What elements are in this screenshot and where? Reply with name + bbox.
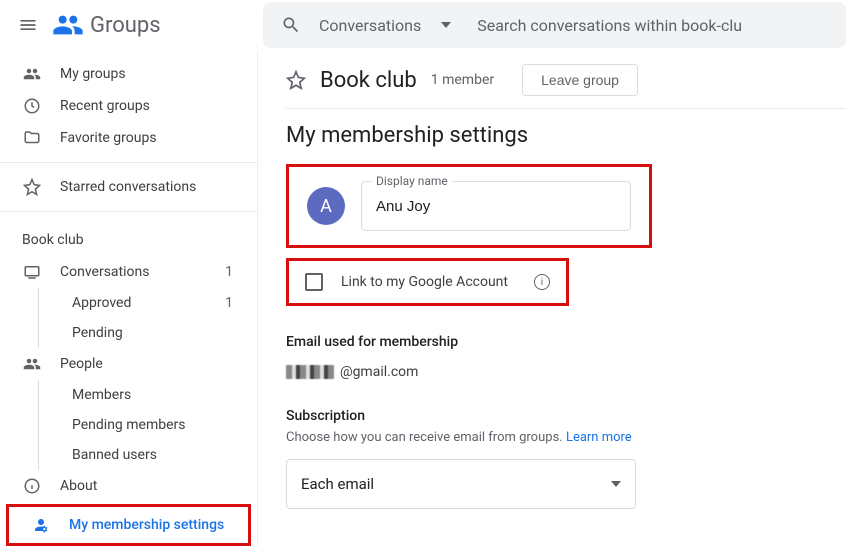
conversations-count: 1	[225, 264, 257, 280]
group-title: Book club	[320, 68, 417, 93]
approved-label: Approved	[72, 295, 131, 311]
people-icon	[22, 355, 42, 373]
sidebar-recent-groups-label: Recent groups	[60, 98, 150, 114]
people-outline-icon	[22, 65, 42, 83]
highlight-box-display-name: A Display name	[286, 164, 652, 248]
divider	[0, 162, 257, 163]
sidebar-conversations-label: Conversations	[60, 264, 149, 280]
email-suffix: @gmail.com	[340, 364, 418, 380]
email-section-label: Email used for membership	[286, 334, 846, 350]
dropdown-arrow-icon	[441, 20, 451, 30]
pending-members-label: Pending members	[72, 417, 186, 433]
approved-count: 1	[225, 295, 257, 311]
sidebar-item-about[interactable]: About	[0, 470, 257, 502]
sidebar-item-pending-members[interactable]: Pending members	[0, 410, 257, 440]
search-bar[interactable]: Conversations Search conversations withi…	[263, 2, 846, 48]
link-account-label: Link to my Google Account	[341, 274, 508, 290]
hamburger-icon	[18, 15, 38, 35]
display-name-input[interactable]	[362, 182, 630, 230]
sidebar-membership-settings-label: My membership settings	[69, 517, 224, 533]
sidebar: My groups Recent groups Favorite groups …	[0, 50, 258, 546]
search-scope-dropdown[interactable]: Conversations	[311, 16, 457, 35]
banned-users-label: Banned users	[72, 447, 157, 463]
info-icon[interactable]: i	[534, 274, 550, 290]
divider	[0, 211, 257, 212]
member-count[interactable]: 1 member	[431, 72, 494, 88]
sidebar-item-banned-users[interactable]: Banned users	[0, 440, 257, 470]
sidebar-group-heading: Book club	[0, 220, 257, 256]
clock-icon	[22, 97, 42, 115]
sidebar-favorite-groups-label: Favorite groups	[60, 130, 157, 146]
subscription-label: Subscription	[286, 408, 846, 424]
sidebar-item-favorite-groups[interactable]: Favorite groups	[0, 122, 257, 154]
sidebar-starred-label: Starred conversations	[60, 179, 196, 195]
star-outline-icon	[22, 178, 42, 196]
sidebar-item-pending[interactable]: Pending	[0, 318, 257, 348]
sidebar-item-recent-groups[interactable]: Recent groups	[0, 90, 257, 122]
star-outline-icon	[286, 70, 306, 90]
subscription-description: Choose how you can receive email from gr…	[286, 430, 846, 445]
sidebar-item-members[interactable]: Members	[0, 380, 257, 410]
highlight-box-sidebar: My membership settings	[6, 504, 251, 546]
sidebar-item-starred-conversations[interactable]: Starred conversations	[0, 171, 257, 203]
folder-star-icon	[22, 129, 42, 147]
search-icon[interactable]	[271, 15, 311, 35]
members-label: Members	[72, 387, 131, 403]
subscription-selected-value: Each email	[301, 475, 374, 493]
sidebar-about-label: About	[60, 478, 97, 494]
main-menu-button[interactable]	[8, 5, 48, 45]
leave-group-button[interactable]: Leave group	[522, 64, 638, 96]
sidebar-my-groups-label: My groups	[60, 66, 126, 82]
subscription-select[interactable]: Each email	[286, 459, 636, 509]
info-icon	[22, 477, 42, 495]
main-content: Book club 1 member Leave group My member…	[258, 50, 846, 546]
conversations-icon	[22, 263, 42, 281]
avatar: A	[307, 187, 345, 225]
search-input-placeholder[interactable]: Search conversations within book-clu	[477, 16, 742, 35]
app-name: Groups	[90, 13, 161, 38]
groups-logo-icon	[52, 9, 84, 41]
link-account-checkbox[interactable]	[305, 273, 323, 291]
favorite-group-star[interactable]	[286, 70, 306, 90]
sidebar-item-membership-settings[interactable]: My membership settings	[9, 509, 248, 541]
highlight-box-link-account: Link to my Google Account i	[286, 258, 569, 306]
learn-more-link[interactable]: Learn more	[566, 430, 632, 445]
dropdown-arrow-icon	[611, 479, 621, 489]
sidebar-people-label: People	[60, 356, 103, 372]
sidebar-item-approved[interactable]: Approved 1	[0, 288, 257, 318]
sidebar-item-my-groups[interactable]: My groups	[0, 58, 257, 90]
display-name-field[interactable]: Display name	[361, 181, 631, 231]
sidebar-item-people[interactable]: People	[0, 348, 257, 380]
display-name-label: Display name	[372, 174, 452, 188]
person-settings-icon	[31, 516, 51, 534]
email-prefix-redacted	[286, 365, 334, 379]
app-logo[interactable]: Groups	[48, 9, 263, 41]
search-scope-label: Conversations	[319, 16, 421, 35]
membership-email: @gmail.com	[286, 364, 846, 380]
page-title: My membership settings	[286, 109, 846, 164]
sidebar-item-conversations[interactable]: Conversations 1	[0, 256, 257, 288]
pending-label: Pending	[72, 325, 123, 341]
